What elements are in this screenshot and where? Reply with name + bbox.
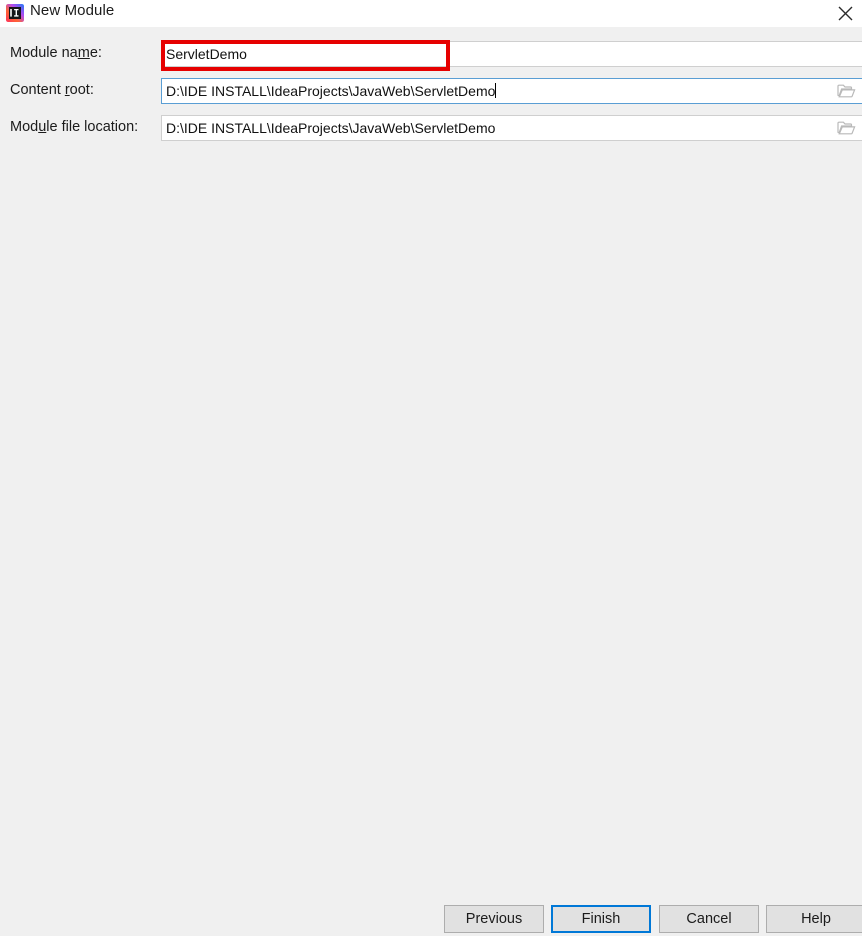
close-icon[interactable]	[824, 0, 862, 27]
cancel-button[interactable]: Cancel	[659, 905, 759, 933]
new-module-dialog: New Module Module name: ServletDemo Cont…	[0, 0, 862, 936]
field-row-module-file-location: Module file location: D:\IDE INSTALL\Ide…	[0, 115, 862, 141]
window-title: New Module	[30, 2, 115, 19]
module-name-input[interactable]: ServletDemo	[161, 41, 862, 67]
dialog-button-bar: Previous Finish Cancel Help	[0, 892, 862, 936]
label-module-file-location: Module file location:	[10, 119, 139, 135]
previous-button[interactable]: Previous	[444, 905, 544, 933]
content-root-input[interactable]: D:\IDE INSTALL\IdeaProjects\JavaWeb\Serv…	[161, 78, 862, 104]
label-module-name: Module name:	[10, 45, 102, 61]
field-row-content-root: Content root: D:\IDE INSTALL\IdeaProject…	[0, 78, 862, 104]
title-bar: New Module	[0, 0, 862, 27]
module-file-location-value: D:\IDE INSTALL\IdeaProjects\JavaWeb\Serv…	[166, 120, 496, 136]
form-area: Module name: ServletDemo Content root: D…	[0, 27, 862, 892]
field-row-module-name: Module name: ServletDemo	[0, 41, 862, 67]
help-button[interactable]: Help	[766, 905, 862, 933]
module-file-location-input[interactable]: D:\IDE INSTALL\IdeaProjects\JavaWeb\Serv…	[161, 115, 862, 141]
intellij-idea-icon	[6, 4, 24, 22]
finish-button[interactable]: Finish	[551, 905, 651, 933]
folder-browse-icon[interactable]	[837, 83, 856, 100]
module-name-value: ServletDemo	[166, 46, 247, 62]
folder-browse-icon[interactable]	[837, 120, 856, 137]
content-root-value: D:\IDE INSTALL\IdeaProjects\JavaWeb\Serv…	[166, 83, 496, 99]
text-caret	[495, 83, 497, 98]
label-content-root: Content root:	[10, 82, 94, 98]
